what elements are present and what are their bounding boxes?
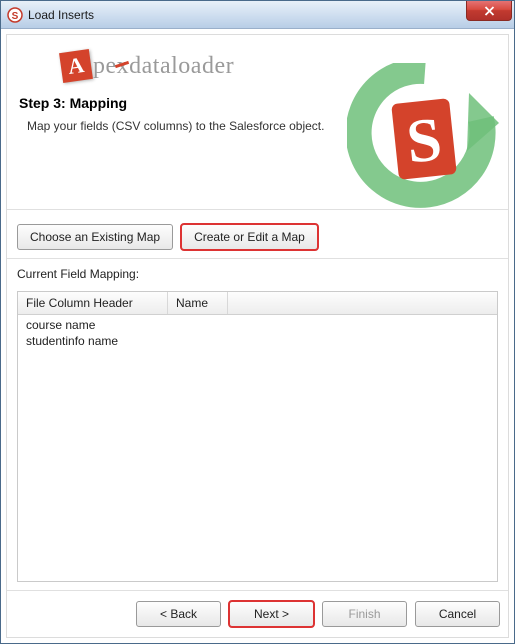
- close-button[interactable]: [466, 1, 512, 21]
- logo-text: pexdataloader: [93, 53, 234, 80]
- column-header-name[interactable]: Name: [168, 292, 228, 314]
- background-logo: S: [347, 63, 502, 218]
- mapping-label: Current Field Mapping:: [17, 267, 498, 281]
- cell-file: course name: [18, 318, 168, 332]
- dialog-window: S Load Inserts S A pexdataload: [0, 0, 515, 644]
- cell-file: studentinfo name: [18, 334, 168, 348]
- table-row[interactable]: studentinfo name: [18, 333, 497, 349]
- column-header-file[interactable]: File Column Header: [18, 292, 168, 314]
- window-title: Load Inserts: [28, 8, 94, 22]
- finish-button: Finish: [322, 601, 407, 627]
- header-section: S A pexdataloader Step 3: Mapping Map yo…: [7, 35, 508, 210]
- next-button[interactable]: Next >: [229, 601, 314, 627]
- table-body: course name studentinfo name: [18, 315, 497, 349]
- table-header: File Column Header Name: [18, 292, 497, 315]
- logo-badge: A: [59, 49, 93, 83]
- table-row[interactable]: course name: [18, 317, 497, 333]
- create-edit-map-button[interactable]: Create or Edit a Map: [181, 224, 318, 250]
- svg-text:S: S: [404, 105, 445, 176]
- back-button[interactable]: < Back: [136, 601, 221, 627]
- titlebar[interactable]: S Load Inserts: [1, 1, 514, 29]
- choose-existing-map-button[interactable]: Choose an Existing Map: [17, 224, 173, 250]
- mapping-table: File Column Header Name course name stud…: [17, 291, 498, 582]
- svg-text:S: S: [12, 11, 19, 22]
- wizard-footer: < Back Next > Finish Cancel: [7, 590, 508, 637]
- cancel-button[interactable]: Cancel: [415, 601, 500, 627]
- content-area: S A pexdataloader Step 3: Mapping Map yo…: [6, 34, 509, 638]
- app-icon: S: [7, 7, 23, 23]
- mapping-section: Current Field Mapping: File Column Heade…: [7, 259, 508, 590]
